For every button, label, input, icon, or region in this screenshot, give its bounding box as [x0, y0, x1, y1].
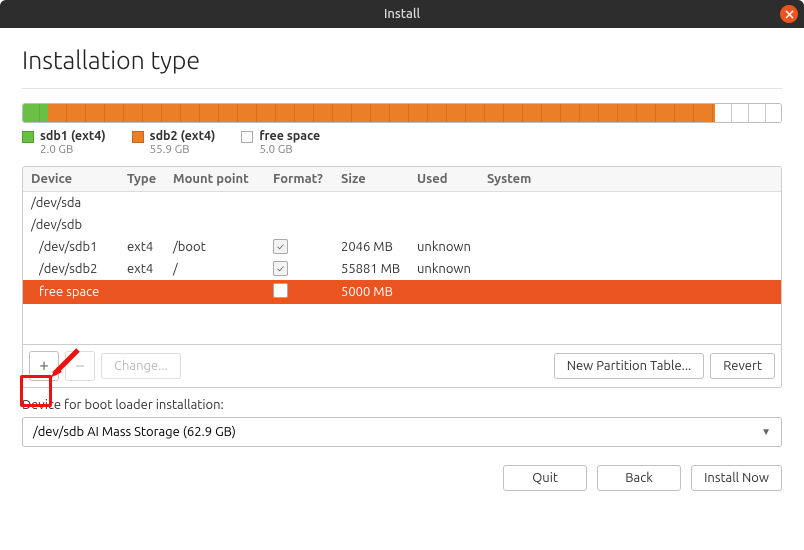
legend-label: sdb2 (ext4)	[150, 129, 216, 143]
legend-item: sdb2 (ext4)55.9 GB	[132, 129, 216, 156]
col-device: Device	[23, 167, 119, 192]
bootloader-label: Device for boot loader installation:	[22, 398, 782, 412]
cell-format	[265, 258, 333, 280]
bootloader-select[interactable]: /dev/sdb AI Mass Storage (62.9 GB) ▼	[22, 417, 782, 447]
cell-system	[479, 258, 781, 280]
format-checkbox[interactable]	[273, 239, 288, 254]
cell-used	[409, 280, 479, 304]
install-now-button[interactable]: Install Now	[691, 465, 782, 491]
partition-table-panel: Device Type Mount point Format? Size Use…	[22, 166, 782, 388]
table-row[interactable]: /dev/sdb2ext4/ 55881 MBunknown	[23, 258, 781, 280]
legend-label: free space	[259, 129, 320, 143]
cell-format	[265, 236, 333, 258]
cell-type: ext4	[119, 236, 165, 258]
cell-device: free space	[23, 280, 119, 304]
cell-system	[479, 214, 781, 236]
chevron-down-icon: ▼	[761, 426, 771, 438]
table-row[interactable]: /dev/sda	[23, 192, 781, 214]
cell-system	[479, 280, 781, 304]
table-header-row: Device Type Mount point Format? Size Use…	[23, 167, 781, 192]
legend-size: 5.0 GB	[259, 143, 320, 156]
cell-used	[409, 192, 479, 214]
bootloader-value: /dev/sdb AI Mass Storage (62.9 GB)	[33, 425, 236, 439]
cell-size	[333, 192, 409, 214]
cell-size	[333, 214, 409, 236]
page-heading: Installation type	[22, 46, 782, 74]
disk-segment	[48, 104, 715, 122]
cell-device: /dev/sdb2	[23, 258, 119, 280]
cell-device: /dev/sda	[23, 192, 119, 214]
cell-type	[119, 214, 165, 236]
divider	[22, 88, 782, 89]
remove-partition-button[interactable]: −	[65, 351, 95, 381]
disk-segment	[715, 104, 781, 122]
legend-swatch	[132, 131, 144, 143]
close-button[interactable]	[780, 5, 798, 23]
cell-system	[479, 236, 781, 258]
col-size: Size	[333, 167, 409, 192]
footer: Quit Back Install Now	[0, 447, 804, 509]
cell-mount	[165, 280, 265, 304]
legend-label: sdb1 (ext4)	[40, 129, 106, 143]
cell-size: 55881 MB	[333, 258, 409, 280]
format-checkbox[interactable]	[273, 261, 288, 276]
partition-buttons: + − Change... New Partition Table... Rev…	[23, 344, 781, 387]
cell-device: /dev/sdb	[23, 214, 119, 236]
cell-size: 2046 MB	[333, 236, 409, 258]
table-spacer	[23, 304, 781, 344]
change-partition-button[interactable]: Change...	[101, 353, 181, 379]
cell-mount	[165, 192, 265, 214]
cell-mount: /boot	[165, 236, 265, 258]
cell-type	[119, 280, 165, 304]
cell-type	[119, 192, 165, 214]
col-system: System	[479, 167, 781, 192]
cell-format	[265, 280, 333, 304]
cell-used: unknown	[409, 258, 479, 280]
format-checkbox[interactable]	[273, 283, 288, 298]
legend-swatch	[241, 131, 253, 143]
cell-used: unknown	[409, 236, 479, 258]
table-row[interactable]: /dev/sdb1ext4/boot 2046 MBunknown	[23, 236, 781, 258]
new-partition-table-button[interactable]: New Partition Table...	[554, 353, 705, 379]
back-button[interactable]: Back	[597, 465, 681, 491]
cell-mount: /	[165, 258, 265, 280]
close-icon	[785, 10, 794, 19]
cell-type: ext4	[119, 258, 165, 280]
legend-item: sdb1 (ext4)2.0 GB	[22, 129, 106, 156]
legend-size: 2.0 GB	[40, 143, 106, 156]
cell-used	[409, 214, 479, 236]
cell-format	[265, 214, 333, 236]
legend-item: free space5.0 GB	[241, 129, 320, 156]
col-mount: Mount point	[165, 167, 265, 192]
col-format: Format?	[265, 167, 333, 192]
cell-format	[265, 192, 333, 214]
window-title: Install	[384, 7, 420, 21]
titlebar: Install	[0, 0, 804, 28]
disk-segment	[23, 104, 48, 122]
cell-device: /dev/sdb1	[23, 236, 119, 258]
partition-table[interactable]: Device Type Mount point Format? Size Use…	[23, 167, 781, 304]
cell-system	[479, 192, 781, 214]
table-row[interactable]: /dev/sdb	[23, 214, 781, 236]
add-partition-button[interactable]: +	[29, 351, 59, 381]
legend-swatch	[22, 131, 34, 143]
cell-size: 5000 MB	[333, 280, 409, 304]
col-type: Type	[119, 167, 165, 192]
revert-button[interactable]: Revert	[710, 353, 775, 379]
quit-button[interactable]: Quit	[503, 465, 587, 491]
col-used: Used	[409, 167, 479, 192]
table-row[interactable]: free space 5000 MB	[23, 280, 781, 304]
disk-usage-bar	[22, 103, 782, 123]
disk-legend: sdb1 (ext4)2.0 GB sdb2 (ext4)55.9 GB free …	[22, 129, 782, 156]
legend-size: 55.9 GB	[150, 143, 216, 156]
cell-mount	[165, 214, 265, 236]
